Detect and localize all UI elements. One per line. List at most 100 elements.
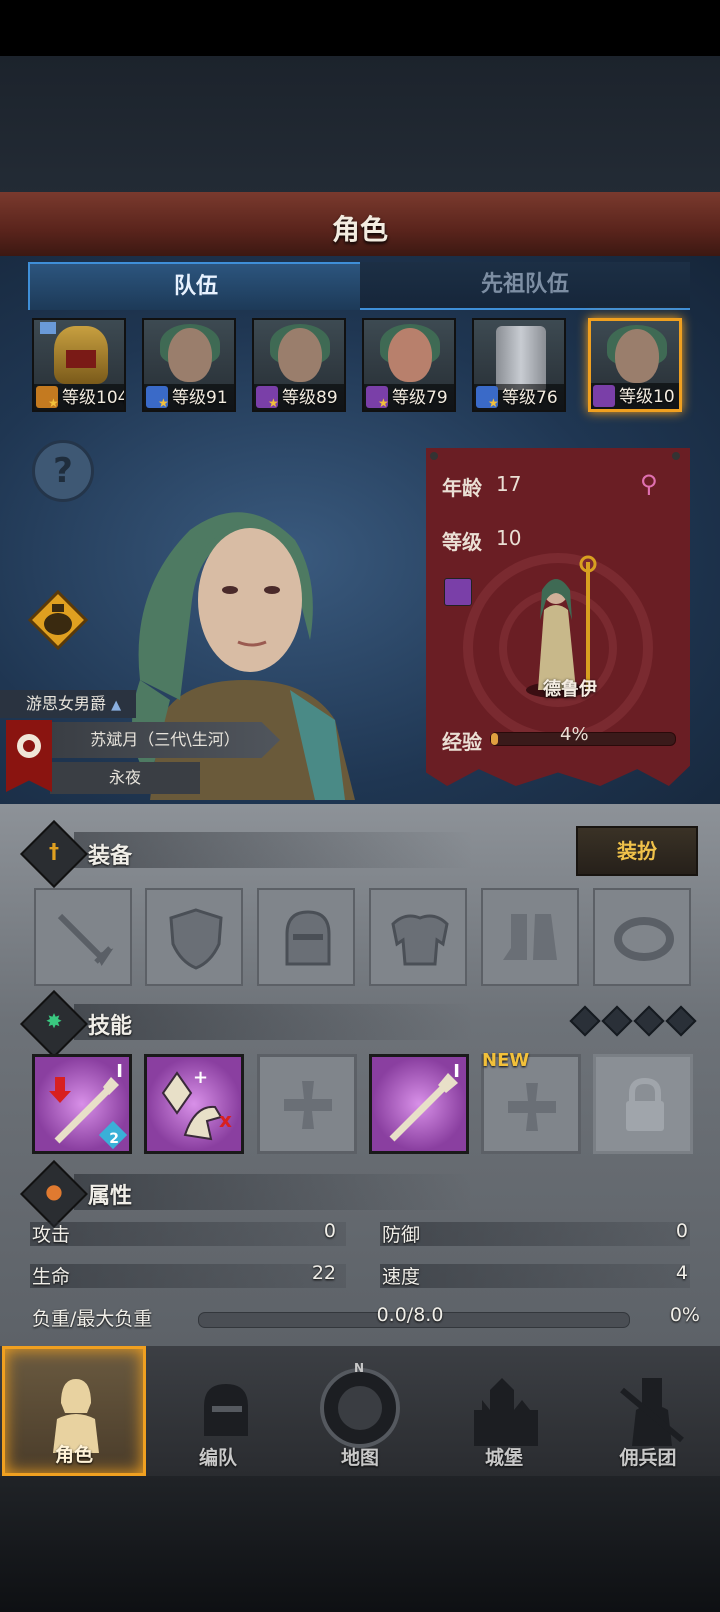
star-icon: ★: [488, 396, 499, 410]
cross-slot-icon: [508, 1083, 556, 1131]
exp-fill: [491, 733, 499, 745]
load-percent: 0%: [669, 1304, 700, 1326]
hero-portrait: [388, 328, 432, 382]
svg-text:+: +: [193, 1067, 208, 1088]
hero-card[interactable]: ★ 等级76: [472, 318, 566, 412]
level-value: 10: [496, 526, 522, 550]
nav-label: 城堡: [484, 1447, 523, 1469]
armor-icon: [391, 914, 449, 966]
mercenary-icon: [620, 1378, 684, 1446]
class-name: 德鲁伊: [543, 679, 597, 700]
hero-portrait: [168, 328, 212, 382]
new-badge: NEW: [482, 1050, 530, 1071]
noble-title: 游思女男爵 ▲: [0, 690, 136, 718]
tab-ancestor-team[interactable]: 先祖队伍: [360, 262, 690, 310]
hero-portrait: [615, 329, 659, 383]
exp-percent: 4%: [560, 724, 589, 745]
shield-icon: [169, 908, 223, 970]
skill-slot[interactable]: + x: [144, 1054, 244, 1154]
background-bottom: [0, 1476, 720, 1612]
sword-icon: [57, 913, 114, 966]
nav-formation[interactable]: 编队: [146, 1346, 290, 1476]
hero-card-selected[interactable]: 等级10: [588, 318, 682, 412]
skill-slot-locked: [593, 1054, 693, 1154]
person-icon: ●: [45, 1179, 63, 1204]
stat-strip: [380, 1264, 690, 1288]
header-banner: 角色: [0, 192, 720, 258]
background-top: [0, 56, 720, 196]
compass-n: N: [354, 1361, 364, 1375]
ring-icon: [614, 917, 674, 961]
flag-icon: [40, 322, 56, 334]
hero-level: 等级104: [62, 388, 126, 408]
equip-slot-boots[interactable]: [481, 888, 579, 986]
hero-level: 等级89: [282, 388, 338, 408]
helmet-group-icon: [204, 1384, 248, 1436]
age-label: 年龄: [442, 476, 482, 500]
skill-slot[interactable]: I: [369, 1054, 469, 1154]
load-label: 负重/最大负重: [32, 1308, 153, 1330]
defense-value: 0: [675, 1220, 688, 1242]
crystal-hand-icon: + x: [161, 1067, 232, 1141]
nav-map[interactable]: N 地图: [288, 1346, 432, 1476]
tab-team[interactable]: 队伍: [28, 262, 364, 310]
svg-text:x: x: [219, 1108, 232, 1132]
hero-card[interactable]: ★ 等级91: [142, 318, 236, 412]
boots-icon: [503, 914, 557, 960]
pin-icon: [672, 452, 680, 460]
star-icon: ★: [158, 396, 169, 410]
nav-label: 佣兵团: [619, 1447, 677, 1469]
nav-mercenary[interactable]: 佣兵团: [576, 1346, 720, 1476]
age-value: 17: [496, 472, 522, 496]
star-burst-icon: ✸: [45, 1009, 63, 1034]
attack-value: 0: [323, 1220, 336, 1242]
dress-up-button[interactable]: 装扮: [576, 826, 698, 876]
life-value: 22: [311, 1262, 336, 1284]
skill-rank: I: [453, 1061, 460, 1082]
hero-portrait: [278, 328, 322, 382]
hero-level: 等级76: [502, 388, 558, 408]
section-strip: [74, 1004, 474, 1040]
equipment-title: 装备: [88, 844, 133, 869]
gem-count: 2: [109, 1131, 119, 1147]
star-icon: ★: [48, 396, 59, 410]
help-button[interactable]: ?: [32, 440, 94, 502]
skill-title: 技能: [88, 1014, 133, 1039]
star-icon: ★: [378, 396, 389, 410]
equip-slot-helmet[interactable]: [257, 888, 355, 986]
hero-card[interactable]: ★ 等级104: [32, 318, 126, 412]
castle-icon: [474, 1378, 538, 1446]
stat-strip: [380, 1222, 690, 1246]
female-icon: ⚲: [640, 470, 658, 498]
pin-icon: [430, 452, 438, 460]
speed-label: 速度: [382, 1266, 421, 1288]
defense-label: 防御: [382, 1224, 421, 1246]
spear-icon: [389, 1073, 458, 1142]
hero-level: 等级79: [392, 388, 448, 408]
hero-card[interactable]: ★ 等级89: [252, 318, 346, 412]
up-arrow-icon: ▲: [111, 698, 122, 713]
load-value: 0.0/8.0: [376, 1304, 444, 1326]
nav-castle[interactable]: 城堡: [432, 1346, 576, 1476]
section-strip: [74, 832, 474, 868]
section-strip: [74, 1174, 474, 1210]
hero-card[interactable]: ★ 等级79: [362, 318, 456, 412]
class-icon: [444, 578, 472, 606]
mask-icon: [66, 350, 96, 368]
life-label: 生命: [32, 1266, 71, 1288]
potion-button[interactable]: [27, 589, 89, 651]
skill-rank: I: [116, 1061, 123, 1082]
equip-slot-armor[interactable]: [369, 888, 467, 986]
level-label: 等级: [442, 530, 482, 554]
skill-slot-empty[interactable]: [257, 1054, 357, 1154]
cross-slot-icon: [284, 1081, 332, 1129]
equip-slot-ring[interactable]: [593, 888, 691, 986]
nav-character[interactable]: 角色: [2, 1346, 146, 1476]
equip-slot-shield[interactable]: [145, 888, 243, 986]
equip-slot-weapon[interactable]: [34, 888, 132, 986]
class-icon: [593, 385, 615, 407]
speed-value: 4: [675, 1262, 688, 1284]
star-icon: ★: [268, 396, 279, 410]
attack-label: 攻击: [32, 1224, 71, 1246]
skill-slot[interactable]: I 2: [32, 1054, 132, 1154]
